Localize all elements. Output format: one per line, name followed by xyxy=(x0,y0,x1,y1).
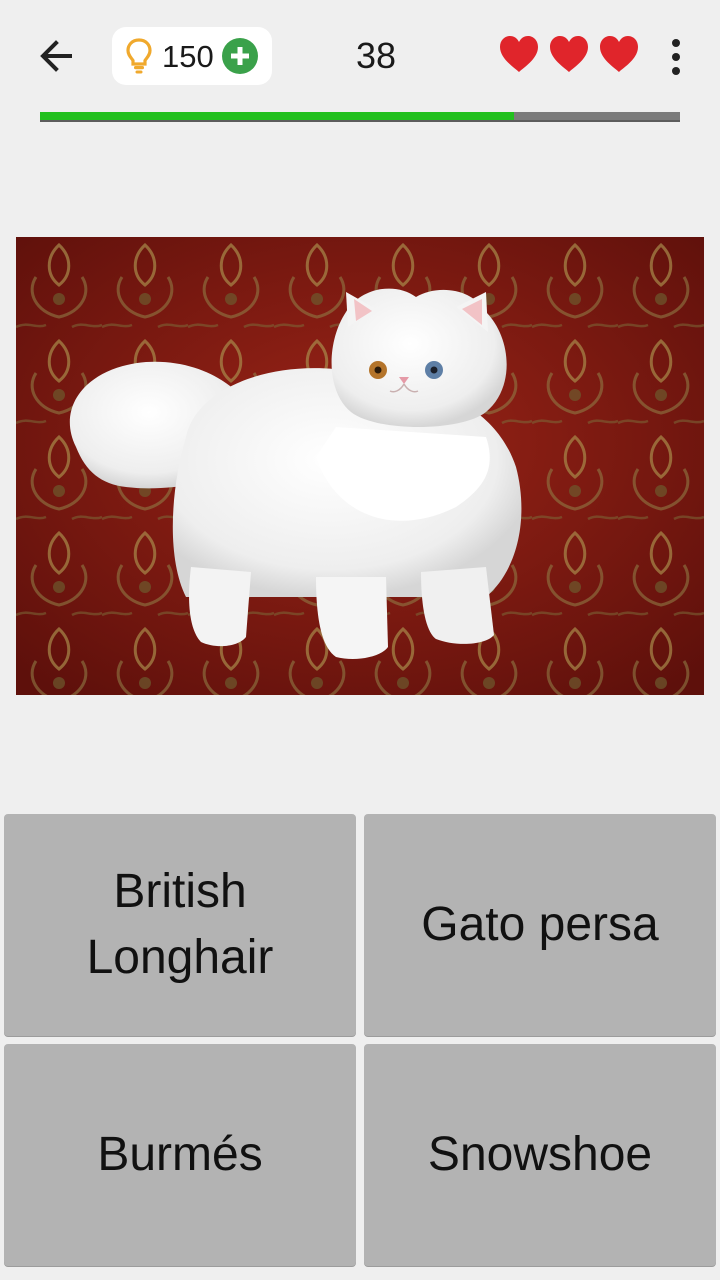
answer-option-3[interactable]: Burmés xyxy=(4,1044,356,1266)
quiz-screen: 150 38 British Longhair Gato persa Burmé… xyxy=(0,0,720,1280)
heart-icon xyxy=(550,36,588,72)
lightbulb-icon xyxy=(122,36,156,76)
heart-icon xyxy=(500,36,538,72)
lives-indicator xyxy=(498,34,640,74)
answer-option-label: Gato persa xyxy=(421,898,659,951)
quiz-progress-fill xyxy=(40,112,514,120)
heart-icon xyxy=(600,36,638,72)
back-button[interactable] xyxy=(30,32,82,80)
answer-option-1[interactable]: British Longhair xyxy=(4,814,356,1036)
answer-option-4[interactable]: Snowshoe xyxy=(364,1044,716,1266)
answer-option-2[interactable]: Gato persa xyxy=(364,814,716,1036)
answer-option-label: British Longhair xyxy=(86,865,274,984)
more-vert-icon[interactable] xyxy=(658,34,694,80)
hints-counter[interactable]: 150 xyxy=(112,27,272,85)
answer-option-label: Burmés xyxy=(97,1128,263,1181)
hints-count: 150 xyxy=(162,38,214,74)
quiz-progress-bar xyxy=(40,112,680,122)
answer-option-label: Snowshoe xyxy=(427,1128,653,1181)
white-persian-cat-photo xyxy=(16,237,704,695)
plus-circle-icon[interactable] xyxy=(221,38,258,74)
arrow-left-icon xyxy=(40,40,72,72)
question-number: 38 xyxy=(355,35,397,76)
